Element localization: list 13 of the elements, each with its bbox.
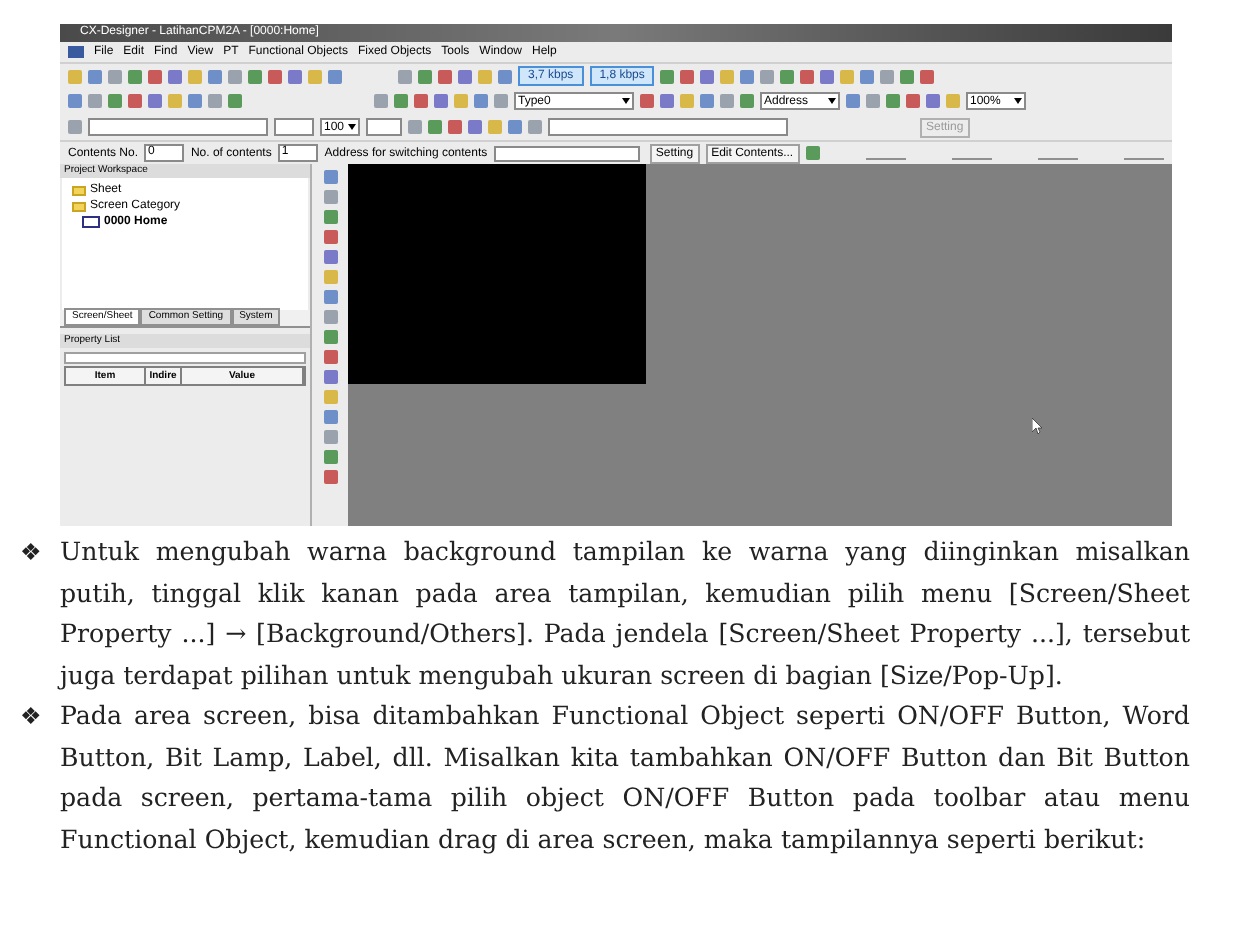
dropdown-field[interactable] [274, 118, 314, 136]
paragraph: Untuk mengubah warna background tampilan ke warna yang diinginkan misalkan putih, tinggal klik kanan pada area tampilan, kemudian pilih menu [Screen/Sheet Property ...] → [Background/Others]. Pada jendela [Screen/Sheet Property ...], tersebut juga terdapat pilihan untuk mengubah ukuran screen di bagian [Size/Pop-Up]. [60, 534, 1190, 694]
cursor-icon [1032, 418, 1042, 434]
screen-icon [82, 216, 100, 228]
dropdown-field[interactable] [548, 118, 788, 136]
app-icon [68, 46, 84, 58]
dropdown-field[interactable] [366, 118, 402, 136]
dropdown-field[interactable] [88, 118, 268, 136]
bullet-marker: ❖ [20, 536, 44, 570]
toolbar-icon[interactable] [805, 146, 820, 160]
bullet-marker: ❖ [20, 700, 44, 734]
paragraph: Pada area screen, bisa ditambahkan Functional Object seperti ON/OFF Button, Word Button, Bit Lamp, Label, dll. Misalkan kita tambahkan ON/OFF Button dan Bit Button pada screen, pertama-tama pilih object ON/OFF Button pada toolbar atau menu Functional Object, kemudian drag di area screen, maka tampilannya seperti berikut: [60, 698, 1190, 858]
address-field[interactable] [493, 145, 640, 161]
